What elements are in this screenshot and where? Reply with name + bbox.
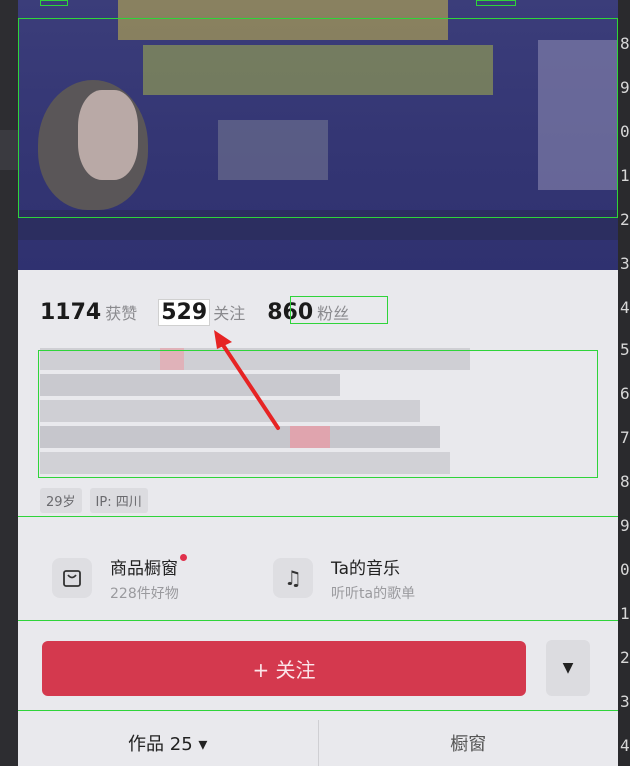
profile-screen: 1174 获赞 529 关注 860 粉丝 29岁 IP: 四川 商品橱窗 22… [18, 0, 618, 766]
line-number-gutter: 8 9 0 1 2 3 4 5 6 7 8 9 0 1 2 3 4 [618, 0, 630, 766]
left-editor-gutter [0, 0, 18, 766]
annotation-arrow [214, 330, 280, 430]
